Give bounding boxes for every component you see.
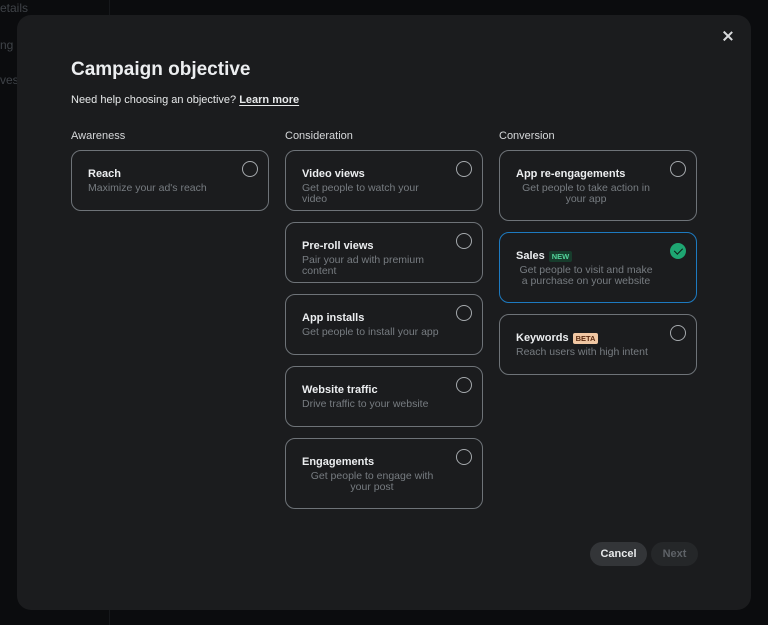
close-icon[interactable]: [720, 29, 736, 45]
help-text-row: Need help choosing an objective? Learn m…: [71, 94, 299, 106]
radio-button[interactable]: [670, 325, 686, 341]
card-title: Keywords: [516, 332, 569, 344]
card-title: App installs: [302, 312, 365, 324]
learn-more-link[interactable]: Learn more: [239, 94, 299, 106]
column-label-conversion: Conversion: [499, 130, 555, 142]
objective-card-reach[interactable]: Reach Maximize your ad's reach: [71, 150, 269, 211]
card-description: Drive traffic to your website: [302, 398, 429, 410]
card-title: Video views: [302, 168, 365, 180]
card-description: Get people to engage with your post: [310, 470, 434, 493]
next-button[interactable]: Next: [651, 542, 698, 566]
card-title: Pre-roll views: [302, 240, 374, 252]
objective-card-website-traffic[interactable]: Website traffic Drive traffic to your we…: [285, 366, 483, 427]
modal-title: Campaign objective: [71, 59, 251, 80]
objective-card-app-re-engagements[interactable]: App re-engagements Get people to take ac…: [499, 150, 697, 221]
card-description: Get people to visit and make a purchase …: [519, 264, 653, 287]
radio-button[interactable]: [456, 377, 472, 393]
radio-button[interactable]: [456, 305, 472, 321]
card-description: Reach users with high intent: [516, 346, 648, 358]
radio-button[interactable]: [242, 161, 258, 177]
card-title: Sales: [516, 250, 545, 262]
objective-card-keywords[interactable]: Keywords BETA Reach users with high inte…: [499, 314, 697, 375]
radio-button[interactable]: [670, 161, 686, 177]
awareness-column: Awareness Reach Maximize your ad's reach: [71, 130, 269, 222]
card-description: Pair your ad with premium content: [302, 254, 424, 277]
objective-card-pre-roll-views[interactable]: Pre-roll views Pair your ad with premium…: [285, 222, 483, 283]
objective-card-engagements[interactable]: Engagements Get people to engage with yo…: [285, 438, 483, 509]
card-description: Get people to watch your video: [302, 182, 419, 205]
checkmark-icon[interactable]: [670, 243, 686, 259]
background-sidebar-item: ves: [0, 73, 19, 87]
column-label-awareness: Awareness: [71, 130, 126, 142]
objective-card-video-views[interactable]: Video views Get people to watch your vid…: [285, 150, 483, 211]
objective-card-app-installs[interactable]: App installs Get people to install your …: [285, 294, 483, 355]
beta-badge: BETA: [572, 332, 599, 344]
new-badge: NEW: [548, 250, 573, 262]
radio-button[interactable]: [456, 161, 472, 177]
card-description: Get people to take action in your app: [522, 182, 650, 205]
background-sidebar-item: etails: [0, 1, 29, 15]
card-title-row: Keywords BETA: [516, 331, 656, 345]
card-title: Website traffic: [302, 384, 378, 396]
card-title: Engagements: [302, 456, 375, 468]
column-label-consideration: Consideration: [285, 130, 353, 142]
card-description: Get people to install your app: [302, 326, 439, 338]
conversion-column: Conversion App re-engagements Get people…: [499, 130, 697, 386]
cancel-button[interactable]: Cancel: [590, 542, 647, 566]
campaign-objective-modal: Campaign objective Need help choosing an…: [17, 15, 751, 610]
radio-button[interactable]: [456, 449, 472, 465]
help-text: Need help choosing an objective?: [71, 94, 237, 106]
card-title: App re-engagements: [516, 168, 626, 180]
card-description: Maximize your ad's reach: [88, 182, 207, 194]
objective-card-sales[interactable]: Sales NEW Get people to visit and make a…: [499, 232, 697, 303]
background-sidebar-item: ng: [0, 38, 14, 52]
radio-button[interactable]: [456, 233, 472, 249]
card-title-row: Sales NEW: [516, 249, 656, 263]
card-title: Reach: [88, 168, 122, 180]
consideration-column: Consideration Video views Get people to …: [285, 130, 483, 520]
